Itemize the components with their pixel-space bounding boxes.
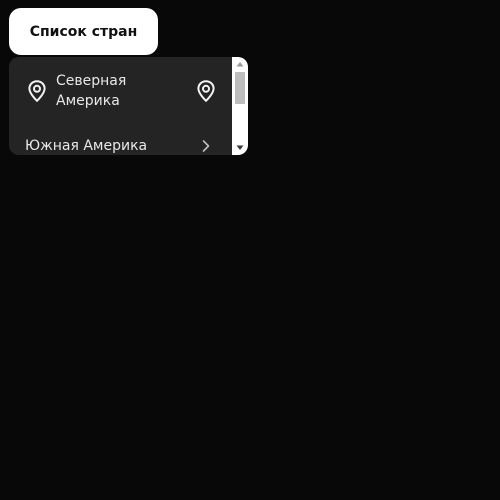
vertical-scrollbar[interactable] <box>232 57 248 155</box>
list-item-north-america[interactable]: Северная Америка <box>9 57 231 125</box>
continent-list-viewport: Северная Америка Южная Америка <box>9 57 231 155</box>
chevron-right-icon <box>199 139 213 153</box>
location-pin-icon <box>26 79 48 103</box>
scrollbar-thumb[interactable] <box>235 72 245 104</box>
page: Список стран Северная Америка Южная Амер… <box>0 0 500 500</box>
country-list-title: Список стран <box>29 23 138 40</box>
scroll-down-arrow-icon[interactable] <box>232 142 248 154</box>
continent-list: Северная Америка Южная Америка <box>9 57 248 155</box>
country-list-title-button[interactable]: Список стран <box>9 8 158 55</box>
list-item-label: Южная Америка <box>25 138 148 154</box>
scroll-up-arrow-icon[interactable] <box>232 58 248 70</box>
location-pin-icon <box>195 79 217 103</box>
list-item-label: Северная Америка <box>56 73 127 109</box>
list-item-south-america[interactable]: Южная Америка <box>9 125 231 155</box>
